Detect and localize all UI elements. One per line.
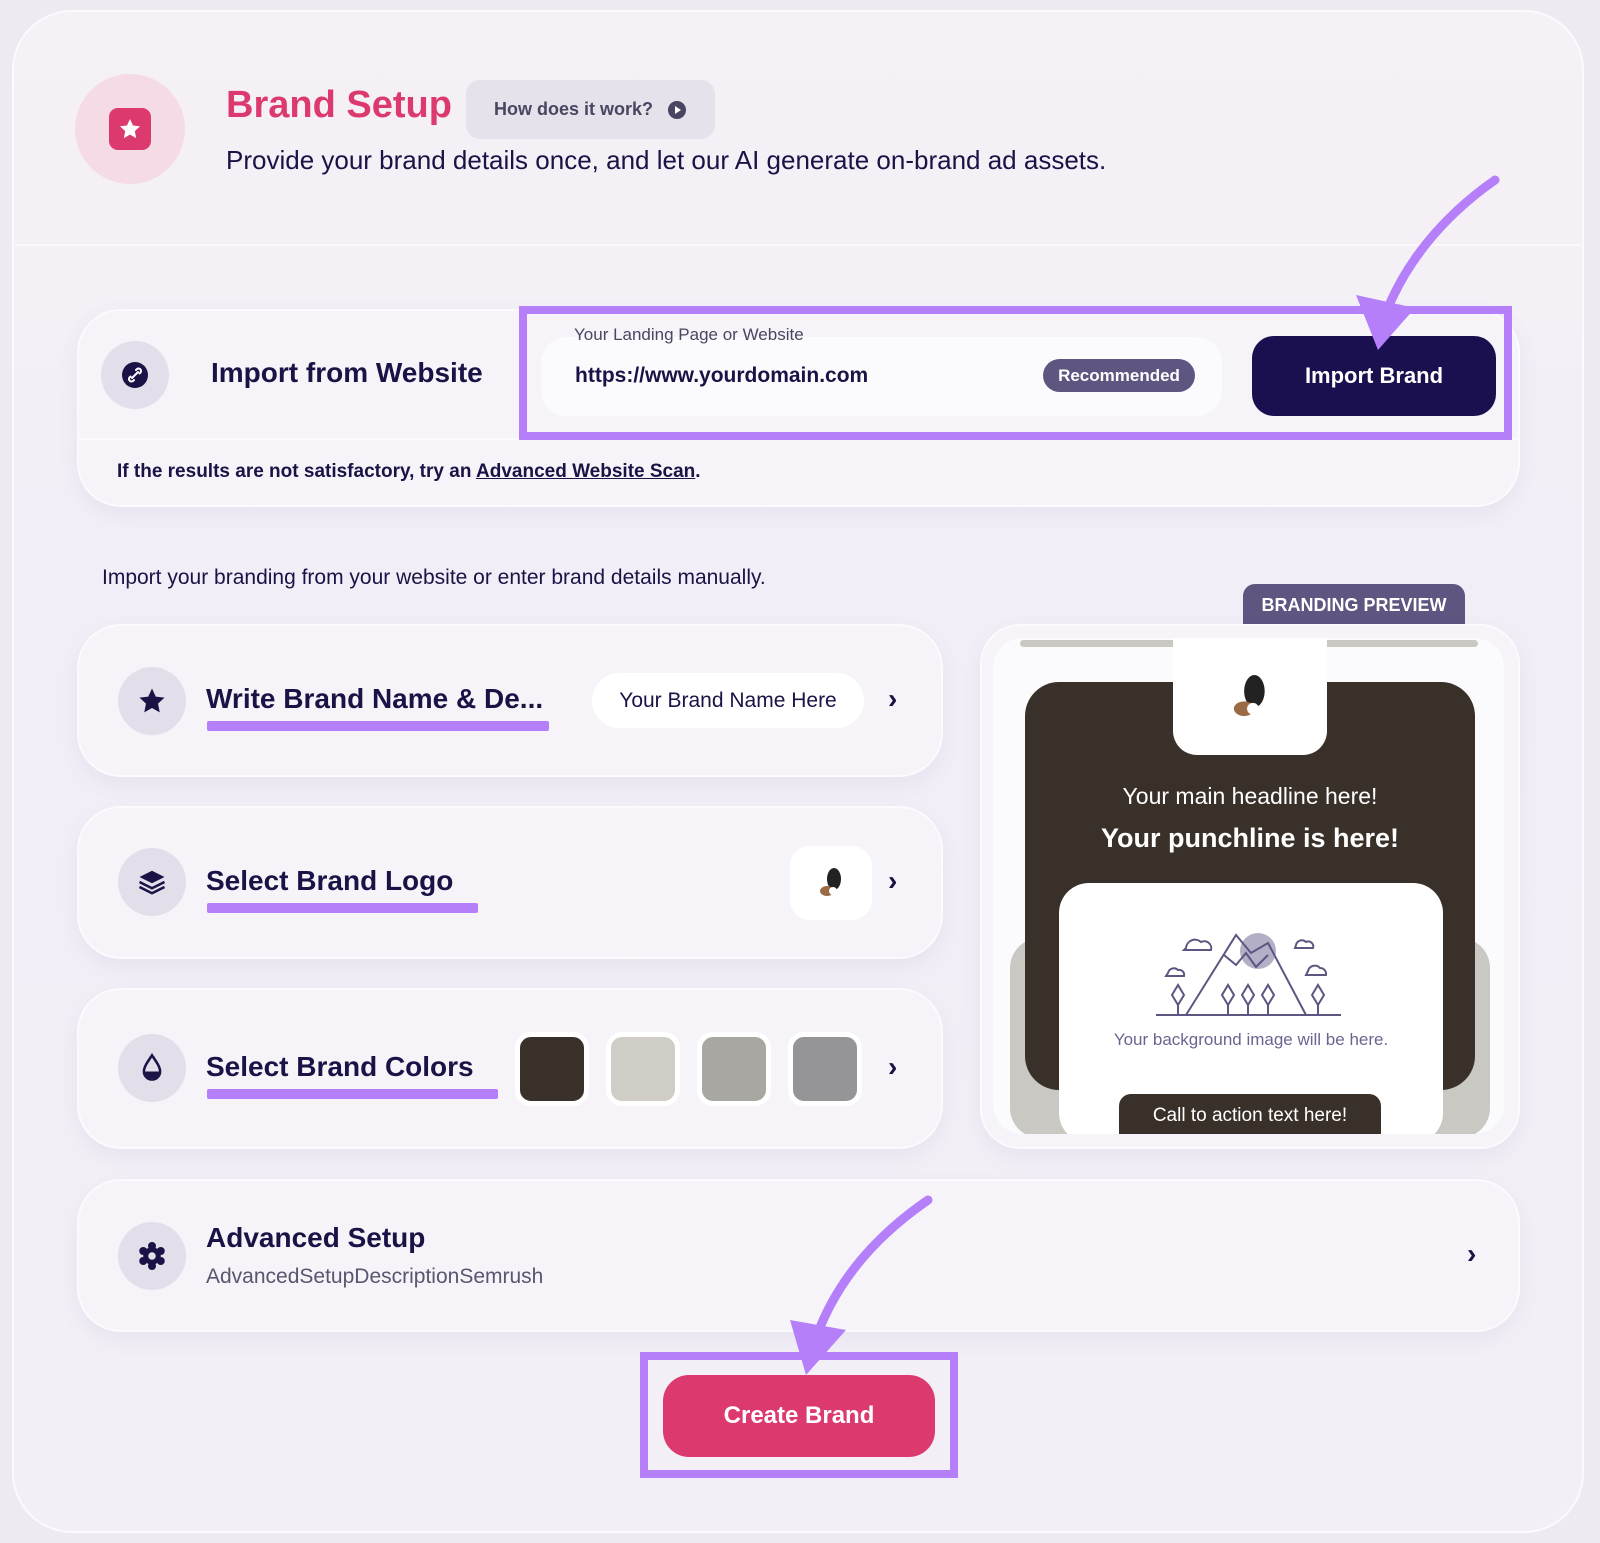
annotation-arrows bbox=[790, 175, 1500, 1375]
arrowhead-icon bbox=[790, 1320, 846, 1375]
arrowhead-icon bbox=[1356, 295, 1415, 350]
